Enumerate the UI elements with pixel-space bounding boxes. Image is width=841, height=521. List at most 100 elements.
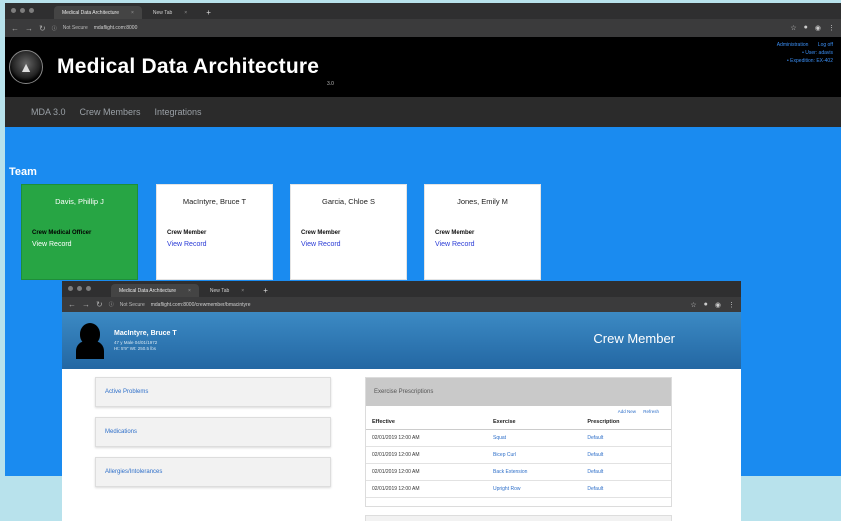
back-arrow-icon[interactable]: ← (11, 24, 19, 33)
crew-info: MacIntyre, Bruce T 47 y Male 04/01/1972 … (114, 330, 177, 352)
table-row: 02/01/2019 12:00 AM Squat Default (366, 429, 671, 447)
column-header-effective: Effective (366, 416, 487, 430)
team-heading: Team (9, 166, 37, 178)
account-icon[interactable]: ◉ (715, 301, 721, 309)
app-nav: MDA 3.0 Crew Members Integrations (5, 97, 841, 127)
crew-card-macintyre: MacIntyre, Bruce T Crew Member View Reco… (156, 184, 273, 280)
effective-cell: 02/01/2019 12:00 AM (366, 446, 487, 464)
tab-label: New Tab (152, 9, 173, 16)
tab-close-icon[interactable]: × (241, 288, 244, 294)
info-icon: ⓘ (108, 302, 114, 308)
tab-close-icon[interactable]: × (131, 10, 134, 16)
nav-item-crew-members[interactable]: Crew Members (80, 107, 141, 117)
crew-card-role: Crew Member (301, 230, 341, 236)
tab-label: Medical Data Architecture (119, 287, 176, 294)
prescription-link[interactable]: Default (581, 429, 671, 447)
maximize-window-icon[interactable] (86, 286, 91, 291)
crew-name: MacIntyre, Bruce T (114, 329, 177, 337)
exercise-link[interactable]: Squat (486, 429, 582, 447)
forward-arrow-icon[interactable]: → (25, 24, 33, 33)
address-bar: ← → ↻ ⓘ Not Secure mdaflight.com:8000/cr… (62, 297, 741, 312)
forward-arrow-icon[interactable]: → (82, 300, 90, 309)
app-header: ▲ Medical Data Architecture 3.0 Administ… (5, 37, 841, 97)
effective-cell: 02/01/2019 12:00 AM (366, 463, 487, 481)
prescription-link[interactable]: Default (581, 480, 671, 498)
exercise-table: Effective Exercise Prescription 02/01/20… (366, 416, 671, 498)
view-record-link[interactable]: View Record (32, 241, 137, 248)
url-field[interactable]: mdaflight.com:8000 (94, 25, 138, 31)
browser-tab-mda[interactable]: Medical Data Architecture × (54, 6, 142, 19)
extension-icon[interactable]: ● (804, 24, 808, 32)
browser-tab-new[interactable]: New Tab × (145, 6, 195, 19)
exercise-link[interactable]: Back Extension (486, 463, 582, 481)
window-controls (11, 8, 34, 13)
url-field[interactable]: mdaflight.com:8000/crewmember/bmacintyre (151, 302, 251, 308)
back-arrow-icon[interactable]: ← (68, 300, 76, 309)
new-tab-button[interactable]: + (198, 6, 219, 19)
page-title: Crew Member (593, 331, 675, 346)
view-record-link[interactable]: View Record (167, 241, 272, 248)
logoff-link[interactable]: Log off (818, 42, 833, 48)
exercise-link[interactable]: Upright Row (486, 480, 582, 498)
reload-icon[interactable]: ↻ (39, 24, 46, 33)
exercise-panel-heading: Exercise Prescriptions (366, 378, 671, 406)
effective-cell: 02/01/2019 12:00 AM (366, 480, 487, 498)
app-title: Medical Data Architecture (57, 55, 320, 78)
menu-icon[interactable]: ⋮ (828, 24, 835, 32)
crew-card-garcia: Garcia, Chloe S Crew Member View Record (290, 184, 407, 280)
tab-close-icon[interactable]: × (188, 288, 191, 294)
medications-panel[interactable]: Medications (95, 417, 331, 447)
mission-logo-icon: ▲ (9, 50, 43, 84)
column-header-exercise: Exercise (486, 416, 582, 430)
new-tab-button[interactable]: + (255, 284, 276, 297)
crew-card-name: Garcia, Chloe S (322, 197, 375, 206)
crew-card-role: Crew Member (435, 230, 475, 236)
nav-item-mda[interactable]: MDA 3.0 (31, 107, 66, 117)
next-panel-edge (365, 515, 672, 521)
crew-card-jones: Jones, Emily M Crew Member View Record (424, 184, 541, 280)
browser-tab-new[interactable]: New Tab × (202, 284, 252, 297)
crew-card-role: Crew Member (167, 230, 207, 236)
star-icon[interactable]: ☆ (690, 301, 696, 309)
close-window-icon[interactable] (68, 286, 73, 291)
reload-icon[interactable]: ↻ (96, 300, 103, 309)
close-window-icon[interactable] (11, 8, 16, 13)
administration-link[interactable]: Administration (777, 42, 809, 48)
tab-label: New Tab (209, 287, 230, 294)
add-new-link[interactable]: Add New (618, 409, 636, 414)
crew-card-davis: Davis, Phillip J Crew Medical Officer Vi… (21, 184, 138, 280)
crew-card-name: Jones, Emily M (457, 197, 508, 206)
browser-tab-mda[interactable]: Medical Data Architecture × (111, 284, 199, 297)
effective-cell: 02/01/2019 12:00 AM (366, 429, 487, 447)
account-icon[interactable]: ◉ (815, 24, 821, 32)
menu-icon[interactable]: ⋮ (728, 301, 735, 309)
crew-card-name: MacIntyre, Bruce T (182, 197, 247, 206)
window-controls (68, 286, 91, 291)
minimize-window-icon[interactable] (77, 286, 82, 291)
prescription-link[interactable]: Default (581, 463, 671, 481)
refresh-link[interactable]: Refresh (643, 409, 659, 414)
exercise-actions: Add New Refresh (366, 409, 659, 414)
active-problems-panel[interactable]: Active Problems (95, 377, 331, 407)
crew-member-browser-window: Medical Data Architecture × New Tab × + … (62, 281, 741, 521)
table-row: 02/01/2019 12:00 AM Upright Row Default (366, 480, 671, 498)
star-icon[interactable]: ☆ (790, 24, 796, 32)
exercise-link[interactable]: Bicep Curl (486, 446, 582, 464)
avatar-silhouette-icon (76, 322, 104, 359)
exercise-prescriptions-panel: Exercise Prescriptions Add New Refresh E… (365, 377, 672, 507)
tab-close-icon[interactable]: × (184, 10, 187, 16)
allergies-panel[interactable]: Allergies/Intolerances (95, 457, 331, 487)
maximize-window-icon[interactable] (29, 8, 34, 13)
prescription-link[interactable]: Default (581, 446, 671, 464)
security-label: Not Secure (62, 25, 88, 31)
browser-tab-strip: Medical Data Architecture × New Tab × + (5, 3, 841, 19)
tab-label: Medical Data Architecture (62, 9, 119, 16)
nav-item-integrations[interactable]: Integrations (155, 107, 202, 117)
minimize-window-icon[interactable] (20, 8, 25, 13)
extension-icon[interactable]: ● (704, 301, 708, 309)
info-icon: ⓘ (51, 25, 57, 32)
column-header-prescription: Prescription (581, 416, 671, 430)
view-record-link[interactable]: View Record (301, 241, 406, 248)
app-version: 3.0 (327, 81, 334, 87)
view-record-link[interactable]: View Record (435, 241, 540, 248)
